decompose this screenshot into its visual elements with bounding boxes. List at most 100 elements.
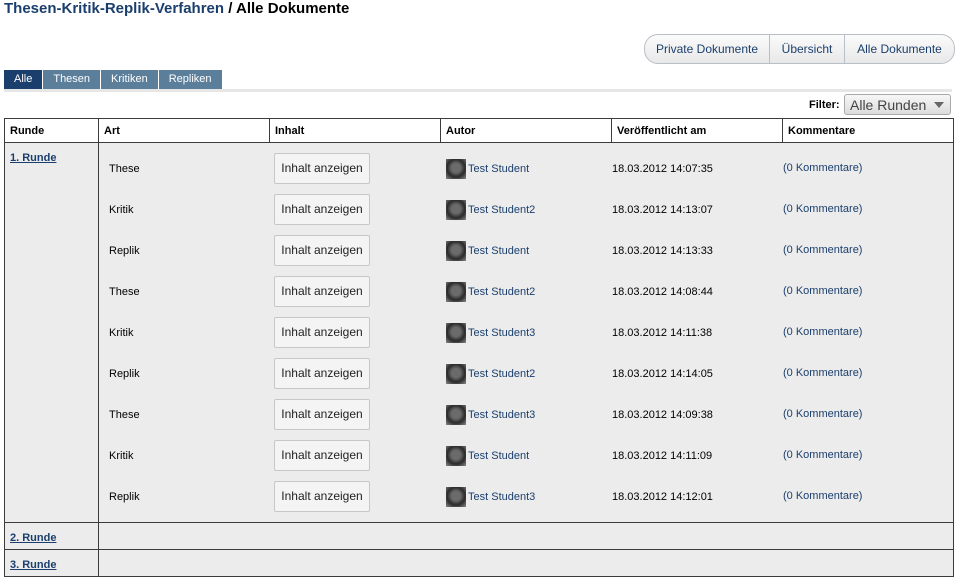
content-cell: Inhalt anzeigen <box>270 148 441 189</box>
author-link[interactable]: Test Student <box>468 450 529 462</box>
document-type: Kritik <box>109 449 134 462</box>
show-content-button[interactable]: Inhalt anzeigen <box>274 399 370 430</box>
round-documents-body: These Inhalt anzeigen Test Student 18.03.20… <box>99 148 954 517</box>
content-cell: Inhalt anzeigen <box>270 230 441 271</box>
user-avatar-icon <box>446 445 466 466</box>
comments-link[interactable]: (0 Kommentare) <box>783 327 862 339</box>
document-type: Replik <box>109 367 140 380</box>
breadcrumb-current: Alle Dokumente <box>236 0 350 17</box>
comments-link[interactable]: (0 Kommentare) <box>783 491 862 503</box>
comments-cell: (0 Kommentare) <box>783 394 954 435</box>
show-content-button[interactable]: Inhalt anzeigen <box>274 358 370 389</box>
round-cell: 3. Runde <box>4 549 99 577</box>
round-row: 2. Runde <box>4 522 954 550</box>
author-link[interactable]: Test Student <box>468 163 529 175</box>
content-cell: Inhalt anzeigen <box>270 435 441 476</box>
round-link[interactable]: 2. Runde <box>5 523 98 544</box>
author-cell: Test Student3 <box>441 312 612 353</box>
author-cell: Test Student3 <box>441 394 612 435</box>
breadcrumb-parent-link[interactable]: Thesen-Kritik-Replik-Verfahren <box>4 0 224 17</box>
comments-link[interactable]: (0 Kommentare) <box>783 163 862 175</box>
column-header-autor: Autor <box>440 118 612 143</box>
comments-link[interactable]: (0 Kommentare) <box>783 409 862 421</box>
column-header-art: Art <box>98 118 270 143</box>
column-header-kommentare: Kommentare <box>782 118 954 143</box>
author-link[interactable]: Test Student <box>468 245 529 257</box>
comments-link[interactable]: (0 Kommentare) <box>783 368 862 380</box>
tab-repliken[interactable]: Repliken <box>158 70 222 89</box>
tab-underline <box>4 89 952 92</box>
tab-kritiken[interactable]: Kritiken <box>101 70 158 89</box>
show-content-button[interactable]: Inhalt anzeigen <box>274 153 370 184</box>
published-date: 18.03.2012 14:11:09 <box>612 449 713 462</box>
show-content-button[interactable]: Inhalt anzeigen <box>274 276 370 307</box>
comments-cell: (0 Kommentare) <box>783 353 954 394</box>
show-content-button[interactable]: Inhalt anzeigen <box>274 481 370 512</box>
content-cell: Inhalt anzeigen <box>270 353 441 394</box>
user-avatar-icon <box>446 404 466 425</box>
content-cell: Inhalt anzeigen <box>270 394 441 435</box>
table-row: These Inhalt anzeigen Test Student3 18.03.2… <box>99 394 954 435</box>
author-link[interactable]: Test Student3 <box>468 409 535 421</box>
round-link[interactable]: 1. Runde <box>5 143 98 164</box>
comments-link[interactable]: (0 Kommentare) <box>783 450 862 462</box>
comments-link[interactable]: (0 Kommentare) <box>783 245 862 257</box>
table-row: Kritik Inhalt anzeigen Test Student2 18.03.… <box>99 189 954 230</box>
documents-table: Runde Art Inhalt Autor Veröffentlicht am… <box>4 118 954 577</box>
user-avatar-icon <box>446 199 466 220</box>
document-type: Replik <box>109 244 140 257</box>
breadcrumb-separator: / <box>224 0 237 17</box>
document-type: Replik <box>109 490 140 503</box>
author-link[interactable]: Test Student2 <box>468 368 535 380</box>
comments-cell: (0 Kommentare) <box>783 189 954 230</box>
nav-all-documents[interactable]: Alle Dokumente <box>844 35 954 63</box>
round-documents-empty <box>98 522 954 550</box>
comments-link[interactable]: (0 Kommentare) <box>783 286 862 298</box>
table-row: These Inhalt anzeigen Test Student 18.03.20… <box>99 148 954 189</box>
chevron-down-icon <box>934 102 944 108</box>
author-link[interactable]: Test Student2 <box>468 204 535 216</box>
document-type: These <box>109 408 140 421</box>
tab-thesen[interactable]: Thesen <box>43 70 101 89</box>
author-cell: Test Student <box>441 148 612 189</box>
published-date: 18.03.2012 14:12:01 <box>612 490 713 503</box>
published-date: 18.03.2012 14:14:05 <box>612 367 713 380</box>
round-documents-table: These Inhalt anzeigen Test Student 18.03.20… <box>99 148 954 517</box>
table-row: Replik Inhalt anzeigen Test Student3 18.03.… <box>99 476 954 517</box>
comments-cell: (0 Kommentare) <box>783 476 954 517</box>
round-row: 1. Runde These Inhalt anzeigen Test Studen… <box>4 142 954 523</box>
published-date: 18.03.2012 14:13:33 <box>612 244 713 257</box>
published-date: 18.03.2012 14:09:38 <box>612 408 713 421</box>
round-documents-empty <box>98 549 954 577</box>
comments-link[interactable]: (0 Kommentare) <box>783 204 862 216</box>
user-avatar-icon <box>446 281 466 302</box>
author-cell: Test Student <box>441 435 612 476</box>
round-row: 3. Runde <box>4 549 954 577</box>
page-title: Thesen-Kritik-Replik-Verfahren / Alle Do… <box>4 0 349 18</box>
top-nav: Private Dokumente Übersicht Alle Dokumen… <box>644 34 955 64</box>
user-avatar-icon <box>446 240 466 261</box>
show-content-button[interactable]: Inhalt anzeigen <box>274 235 370 266</box>
author-link[interactable]: Test Student3 <box>468 491 535 503</box>
round-filter-select[interactable]: Alle Runden <box>844 94 951 115</box>
author-cell: Test Student2 <box>441 353 612 394</box>
user-avatar-icon <box>446 158 466 179</box>
type-tabs: Alle Thesen Kritiken Repliken <box>4 70 222 89</box>
author-link[interactable]: Test Student2 <box>468 286 535 298</box>
comments-cell: (0 Kommentare) <box>783 230 954 271</box>
content-cell: Inhalt anzeigen <box>270 271 441 312</box>
nav-private-documents[interactable]: Private Dokumente <box>645 35 769 63</box>
round-documents: These Inhalt anzeigen Test Student 18.03.20… <box>98 142 954 523</box>
table-header-row: Runde Art Inhalt Autor Veröffentlicht am… <box>4 118 954 143</box>
column-header-inhalt: Inhalt <box>269 118 441 143</box>
show-content-button[interactable]: Inhalt anzeigen <box>274 440 370 471</box>
round-cell: 2. Runde <box>4 522 99 550</box>
filter-label: Filter: <box>809 99 840 111</box>
show-content-button[interactable]: Inhalt anzeigen <box>274 194 370 225</box>
nav-overview[interactable]: Übersicht <box>769 35 844 63</box>
show-content-button[interactable]: Inhalt anzeigen <box>274 317 370 348</box>
author-link[interactable]: Test Student3 <box>468 327 535 339</box>
content-cell: Inhalt anzeigen <box>270 312 441 353</box>
round-link[interactable]: 3. Runde <box>5 550 98 571</box>
tab-alle[interactable]: Alle <box>4 70 43 89</box>
